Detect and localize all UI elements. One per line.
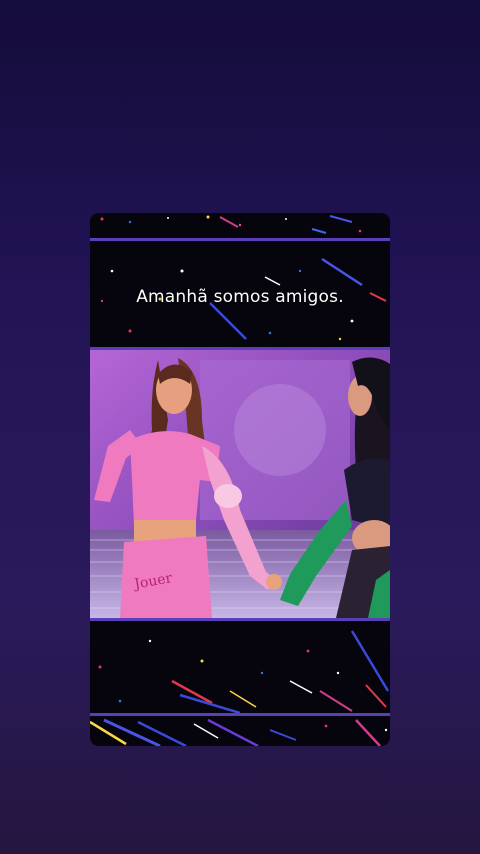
confetti-band-footer bbox=[90, 716, 390, 746]
story-caption: Amanhã somos amigos. bbox=[136, 287, 344, 307]
story-card: Amanhã somos amigos. Jouer bbox=[90, 213, 390, 746]
performance-image: Jouer bbox=[90, 350, 390, 618]
performance-photo: Jouer bbox=[90, 350, 390, 618]
caption-band: Amanhã somos amigos. bbox=[90, 241, 390, 347]
confetti-band-bottom bbox=[90, 621, 390, 713]
confetti-band-top bbox=[90, 213, 390, 239]
